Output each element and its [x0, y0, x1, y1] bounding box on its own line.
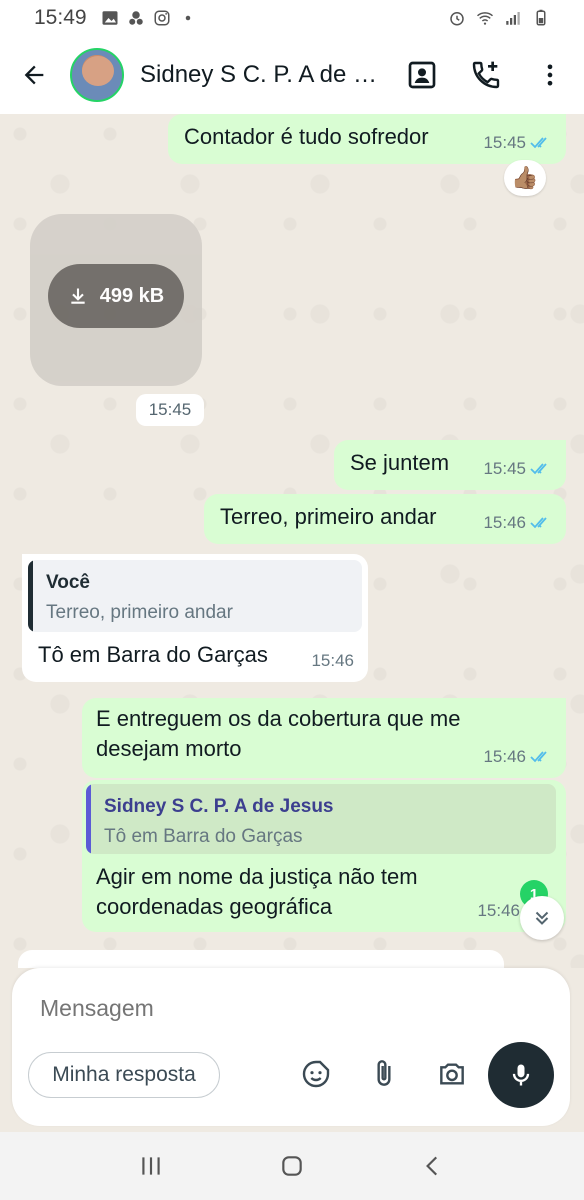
- quick-reply-chip[interactable]: Minha resposta: [28, 1052, 220, 1098]
- add-call-button[interactable]: [464, 53, 508, 97]
- quote-text: Terreo, primeiro andar: [46, 602, 233, 623]
- wifi-icon: [477, 12, 493, 25]
- message-time: 15:46: [483, 513, 526, 532]
- status-bar: 15:49: [0, 0, 584, 36]
- message-meta: 15:46: [483, 508, 552, 538]
- double-check-icon: [530, 463, 547, 475]
- message-text-line: coordenadas geográfica: [96, 894, 333, 919]
- message-text: Contador é tudo sofredor: [184, 124, 429, 149]
- more-options-button[interactable]: [528, 53, 572, 97]
- signal-icon: [506, 12, 520, 25]
- message-text-line: E entreguem os da cobertura que me: [96, 706, 461, 731]
- app-icon: [128, 11, 143, 25]
- quote-author: Sidney S C. P. A de Jesus: [104, 796, 334, 817]
- message-text: Se juntem: [350, 450, 450, 475]
- home-button[interactable]: [270, 1144, 314, 1188]
- message-time: 15:46: [311, 651, 354, 670]
- message-meta: 15:46: [483, 742, 552, 772]
- message-time: 15:45: [483, 133, 526, 152]
- quote-bar: [28, 560, 33, 632]
- status-time: 15:49: [34, 6, 87, 29]
- message-bubble[interactable]: Você Terreo, primeiro andar Tô em Barra …: [22, 554, 368, 682]
- instagram-icon: [154, 10, 170, 26]
- message-meta: 15:45: [483, 128, 552, 158]
- contact-card-button[interactable]: [400, 53, 444, 97]
- media-message[interactable]: 499 kB: [30, 214, 202, 386]
- camera-button[interactable]: [432, 1054, 472, 1094]
- message-input[interactable]: [40, 992, 440, 1024]
- recents-icon: [141, 1157, 160, 1175]
- notification-icons: [101, 9, 197, 27]
- message-text: Tô em Barra do Garças: [38, 642, 268, 667]
- back-arrow-icon: [24, 65, 44, 85]
- more-vert-icon: [547, 64, 553, 86]
- quote-bar: [86, 784, 91, 854]
- message-text-line: desejam morto: [96, 736, 242, 761]
- chat-area[interactable]: Contador é tudo sofredor 15:45 👍🏽 499 kB…: [0, 114, 584, 968]
- mic-button[interactable]: [488, 1042, 554, 1108]
- chevron-double-down-icon: [535, 911, 549, 925]
- reaction-badge[interactable]: 👍🏽: [504, 160, 546, 196]
- file-size: 499 kB: [99, 284, 165, 307]
- media-time: 15:45: [136, 394, 204, 426]
- attach-icon: [377, 1060, 391, 1086]
- message-bubble-partial[interactable]: [18, 950, 504, 968]
- quoted-message[interactable]: Sidney S C. P. A de Jesus Tô em Barra do…: [86, 784, 556, 854]
- system-icons: [448, 9, 550, 27]
- sticker-icon: [302, 1060, 330, 1088]
- camera-icon: [440, 1063, 464, 1085]
- back-nav-icon: [426, 1156, 438, 1176]
- system-nav-bar: [0, 1132, 584, 1200]
- message-meta: 15:46: [311, 646, 354, 676]
- quote-text: Tô em Barra do Garças: [104, 826, 303, 847]
- alarm-icon: [450, 12, 464, 26]
- double-check-icon: [530, 137, 547, 149]
- message-time: 15:46: [477, 901, 520, 920]
- chat-header: Sidney S C. P. A de Jesus: [0, 36, 584, 114]
- home-icon: [282, 1156, 302, 1176]
- add-call-icon: [472, 61, 500, 89]
- message-bubble[interactable]: Contador é tudo sofredor 15:45: [168, 114, 566, 164]
- quote-author: Você: [46, 572, 91, 593]
- message-time: 15:46: [483, 747, 526, 766]
- gallery-icon: [102, 11, 118, 25]
- message-text: Terreo, primeiro andar: [220, 504, 437, 529]
- download-icon: [71, 288, 85, 304]
- double-check-icon: [530, 751, 547, 763]
- contact-card-icon: [408, 61, 436, 89]
- message-text-line: Agir em nome da justiça não tem: [96, 864, 418, 889]
- message-bubble[interactable]: Terreo, primeiro andar 15:46: [204, 494, 566, 544]
- recents-button[interactable]: [129, 1144, 173, 1188]
- download-button[interactable]: 499 kB: [48, 264, 184, 328]
- message-bubble[interactable]: Sidney S C. P. A de Jesus Tô em Barra do…: [82, 780, 566, 932]
- message-meta: 15:46: [477, 896, 520, 926]
- message-meta: 15:45: [483, 454, 552, 484]
- mic-icon: [512, 1064, 530, 1086]
- message-bubble[interactable]: Se juntem 15:45: [334, 440, 566, 490]
- message-bubble[interactable]: E entreguem os da cobertura que me desej…: [82, 698, 566, 778]
- quoted-message[interactable]: Você Terreo, primeiro andar: [28, 560, 362, 632]
- double-check-icon: [530, 517, 547, 529]
- back-nav-button[interactable]: [411, 1144, 455, 1188]
- message-time: 15:45: [483, 459, 526, 478]
- avatar[interactable]: [70, 48, 124, 102]
- battery-icon: [536, 9, 546, 26]
- back-button[interactable]: [14, 55, 54, 95]
- contact-name[interactable]: Sidney S C. P. A de Jesus: [140, 61, 380, 89]
- composer: Minha resposta: [12, 968, 570, 1126]
- sticker-button[interactable]: [296, 1054, 336, 1094]
- scroll-to-bottom-button[interactable]: [520, 896, 564, 940]
- attach-button[interactable]: [364, 1054, 404, 1094]
- dot-icon: [185, 15, 190, 21]
